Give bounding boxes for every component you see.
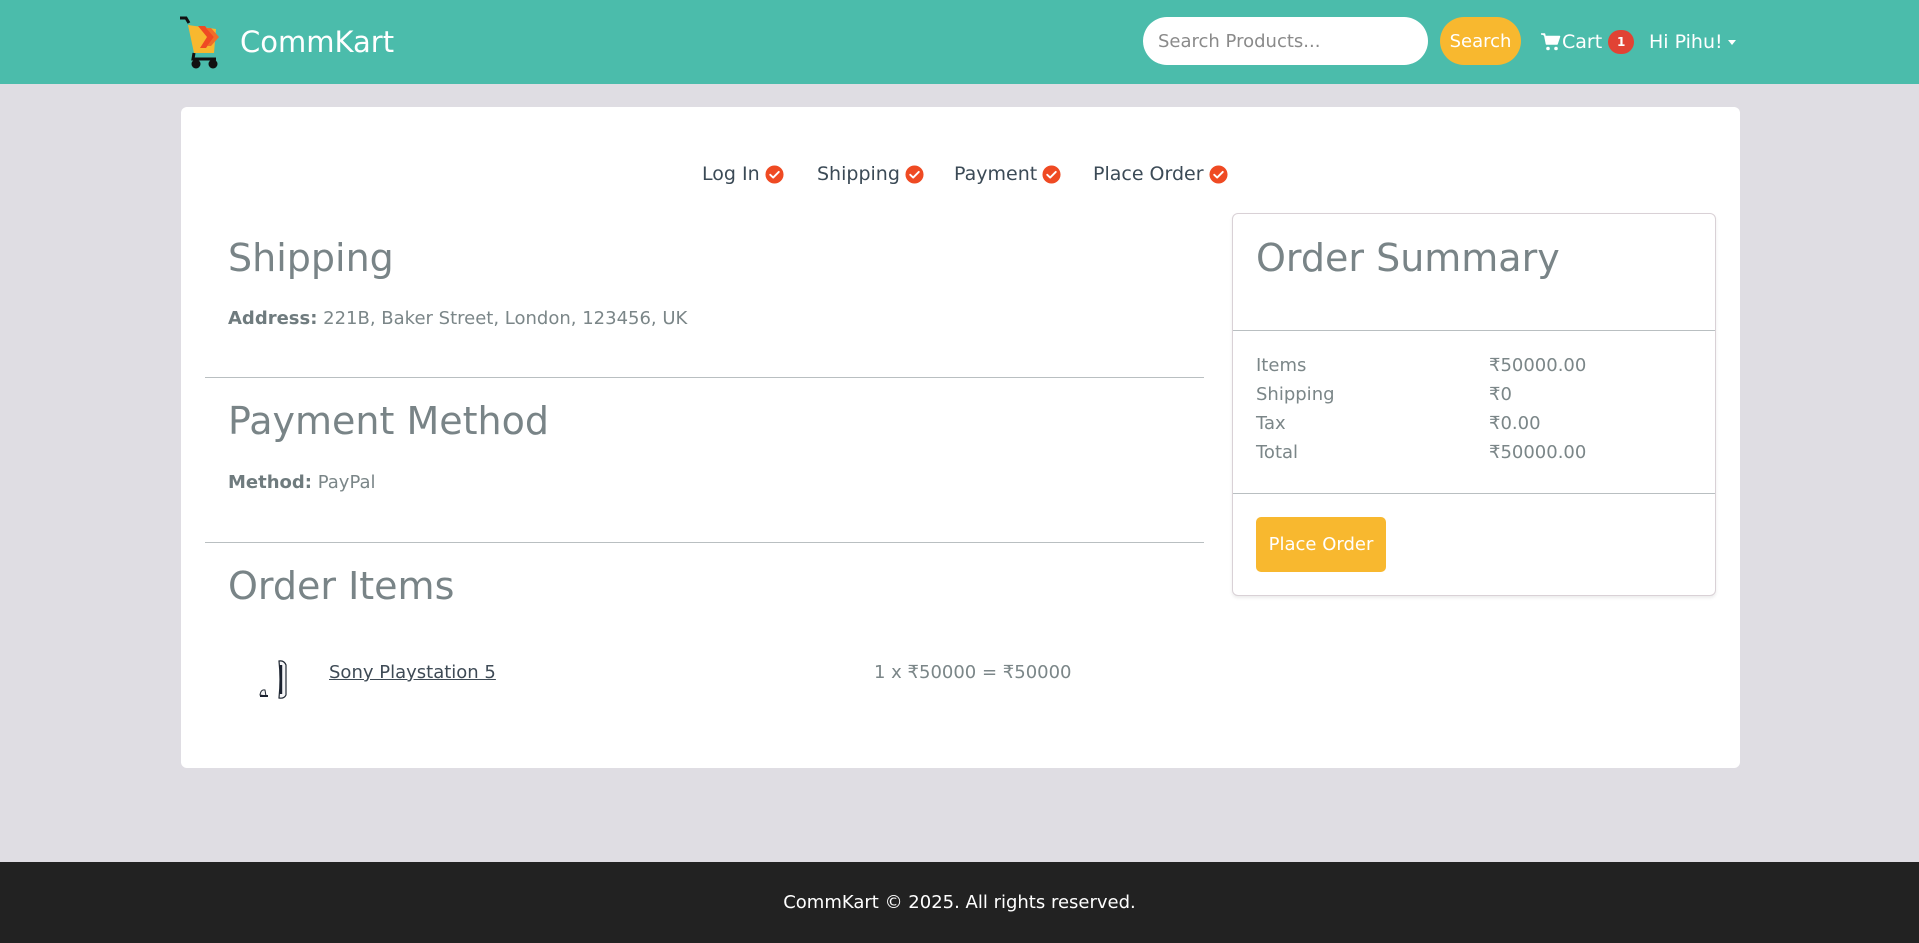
summary-tax-value: ₹0.00 <box>1489 413 1541 434</box>
section-divider <box>205 377 1204 378</box>
order-items-heading: Order Items <box>228 564 455 608</box>
item-price-line: 1 x ₹50000 = ₹50000 <box>874 662 1072 683</box>
step-label: Shipping <box>817 163 900 185</box>
step-payment[interactable]: Payment <box>954 157 1061 191</box>
user-menu-dropdown[interactable]: Hi Pihu! <box>1649 26 1736 58</box>
step-log-in[interactable]: Log In <box>702 157 784 191</box>
shipping-address: Address: 221B, Baker Street, London, 123… <box>228 308 687 329</box>
cart-label: Cart <box>1562 31 1603 53</box>
check-circle-icon <box>1209 164 1228 184</box>
footer: CommKart © 2025. All rights reserved. <box>0 862 1919 943</box>
step-label: Payment <box>954 163 1038 185</box>
summary-tax-label: Tax <box>1256 413 1286 434</box>
search-input[interactable] <box>1143 17 1428 65</box>
step-label: Log In <box>702 163 760 185</box>
cart-count-badge: 1 <box>1608 30 1635 54</box>
summary-divider <box>1233 493 1715 494</box>
order-summary-card: Order Summary Items ₹50000.00 Shipping ₹… <box>1232 213 1716 596</box>
method-value: PayPal <box>312 472 376 493</box>
search-button[interactable]: Search <box>1440 17 1521 65</box>
address-label: Address: <box>228 308 318 329</box>
shipping-heading: Shipping <box>228 236 394 280</box>
playstation-image[interactable] <box>256 657 292 701</box>
summary-items-label: Items <box>1256 355 1307 376</box>
place-order-button[interactable]: Place Order <box>1256 517 1386 572</box>
navbar: CommKart Search Cart 1 Hi Pihu! <box>0 0 1919 84</box>
summary-shipping-label: Shipping <box>1256 384 1335 405</box>
item-name-link[interactable]: Sony Playstation 5 <box>329 662 496 683</box>
section-divider <box>205 542 1204 543</box>
check-circle-icon <box>765 164 784 184</box>
order-summary-heading: Order Summary <box>1256 236 1560 280</box>
cart-icon <box>1541 33 1561 51</box>
place-order-card: Log In Shipping Payment Place Order Ship… <box>181 107 1740 768</box>
user-greeting: Hi Pihu! <box>1649 31 1723 53</box>
cart-link[interactable]: Cart 1 <box>1541 26 1635 58</box>
checkout-steps: Log In Shipping Payment Place Order <box>181 157 1740 191</box>
check-circle-icon <box>905 164 924 184</box>
payment-method: Method: PayPal <box>228 472 376 493</box>
brand-link[interactable]: CommKart <box>180 14 394 70</box>
step-shipping[interactable]: Shipping <box>817 157 924 191</box>
summary-shipping-value: ₹0 <box>1489 384 1512 405</box>
brand-name: CommKart <box>240 25 395 59</box>
caret-down-icon <box>1727 39 1736 45</box>
step-place-order[interactable]: Place Order <box>1093 157 1228 191</box>
address-value: 221B, Baker Street, London, 123456, UK <box>317 308 688 329</box>
payment-method-heading: Payment Method <box>228 399 549 443</box>
shopping-cart-logo-icon <box>180 16 219 69</box>
step-label: Place Order <box>1093 163 1204 185</box>
summary-total-label: Total <box>1256 442 1299 463</box>
footer-copyright: CommKart © 2025. All rights reserved. <box>783 892 1136 913</box>
summary-total-value: ₹50000.00 <box>1489 442 1587 463</box>
summary-items-value: ₹50000.00 <box>1489 355 1587 376</box>
check-circle-icon <box>1042 164 1061 184</box>
summary-divider <box>1233 330 1715 331</box>
method-label: Method: <box>228 472 312 493</box>
